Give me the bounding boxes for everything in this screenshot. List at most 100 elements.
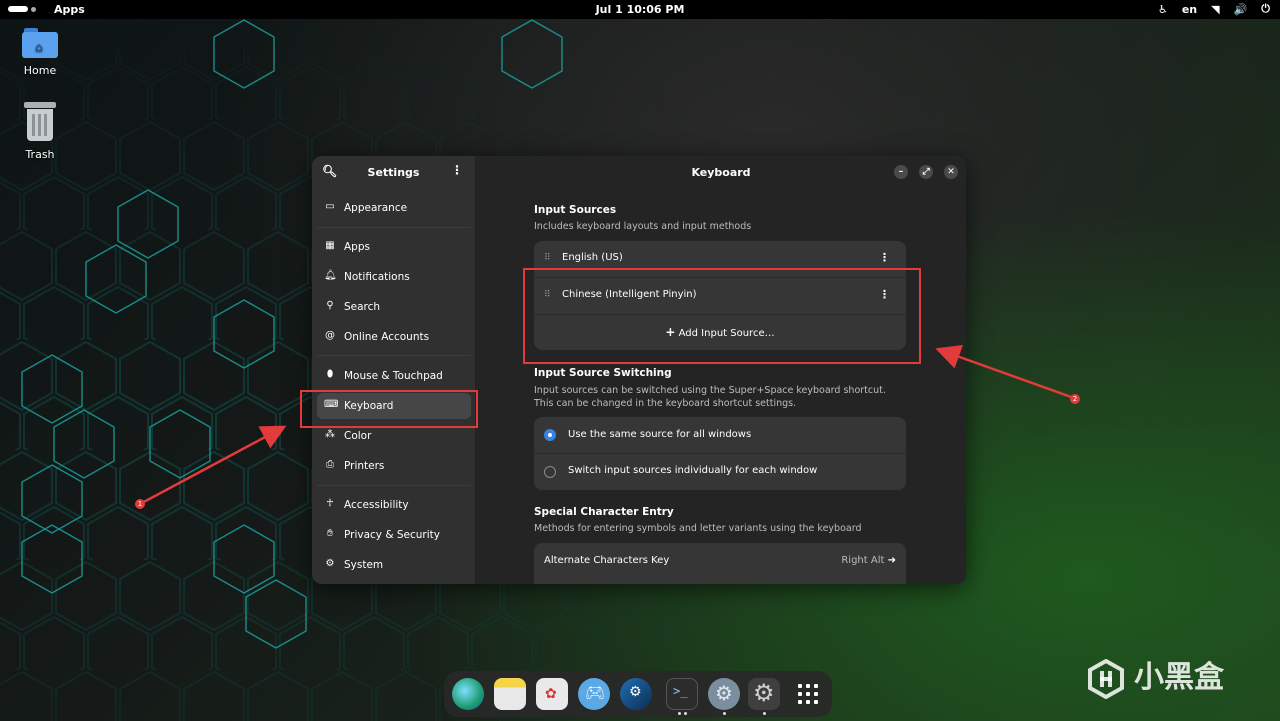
sidebar-item-label: Privacy & Security [344, 529, 440, 541]
radio-option-per-window[interactable]: Switch input sources individually for ea… [534, 454, 906, 490]
radio-unselected[interactable] [544, 466, 556, 478]
arrow-right-icon: ➜ [887, 555, 896, 566]
annotation-marker-2: 2 [1070, 394, 1080, 404]
sidebar-item-label: System [344, 559, 384, 571]
dock: ✿ 🎮︎ ⚙ >_ ⚙ ⚙ [444, 671, 832, 717]
page-title: Keyboard [691, 166, 751, 179]
sidebar-item-appearance[interactable]: ▭ Appearance [317, 195, 471, 221]
sidebar-divider [317, 227, 471, 228]
running-indicator [684, 712, 687, 715]
settings-gear-icon[interactable]: ⚙ [708, 678, 740, 710]
sidebar-item-apps[interactable]: ▦ Apps [317, 234, 471, 260]
sidebar-item-label: Search [344, 301, 381, 313]
hand-icon: ✋︎ [327, 528, 333, 539]
radio-label: Use the same source for all windows [568, 429, 752, 440]
radio-selected[interactable] [544, 429, 556, 441]
sidebar-item-label: Appearance [344, 202, 408, 214]
watermark-text: 小黑盒 [1134, 660, 1224, 695]
row-menu-icon[interactable]: ⋮ [879, 251, 890, 264]
close-button[interactable]: ✕ [944, 165, 958, 179]
power-icon: ⏻ [1261, 2, 1270, 15]
desktop-icon-label: Trash [25, 148, 55, 161]
clock[interactable]: Jul 1 10:06 PM [0, 3, 1280, 16]
mouse-icon: ⬮ [326, 369, 334, 380]
watermark-logo-icon [1088, 658, 1124, 699]
steam-icon[interactable]: ⚙ [620, 678, 652, 710]
input-sources-title: Input Sources [534, 204, 617, 216]
sidebar-item-mouse-touchpad[interactable]: ⬮ Mouse & Touchpad [317, 363, 471, 389]
maximize-button[interactable]: ⤢ [919, 165, 933, 179]
alternate-characters-key-label: Alternate Characters Key [544, 555, 670, 566]
desktop-icon-trash[interactable]: Trash [10, 102, 70, 161]
gear-icon: ⚙ [325, 558, 335, 569]
special-description: Methods for entering symbols and letter … [534, 523, 862, 534]
alternate-characters-key-value: Right Alt [841, 555, 885, 566]
switching-description-2: This can be changed in the keyboard shor… [534, 398, 797, 409]
bell-icon: 🔔︎ [324, 270, 337, 281]
terminal-icon[interactable]: >_ [666, 678, 698, 710]
software-icon[interactable]: ✿ [536, 678, 568, 710]
accessibility-icon[interactable]: ♿ [1158, 3, 1168, 16]
settings-sidebar: 🔍︎ Settings ⋮ ▭ Appearance ▦ Apps 🔔︎ Not… [312, 156, 476, 584]
kebab-menu-icon[interactable]: ⋮ [451, 163, 463, 177]
desktop-icon-home[interactable]: ⌂ Home [10, 28, 70, 77]
sidebar-item-online-accounts[interactable]: @ Online Accounts [317, 324, 471, 350]
sidebar-divider [317, 355, 471, 356]
sidebar-item-system[interactable]: ⚙ System [317, 552, 471, 578]
sidebar-item-label: Notifications [344, 271, 410, 283]
switching-options: Use the same source for all windows Swit… [534, 417, 906, 490]
radio-option-same-source[interactable]: Use the same source for all windows [534, 417, 906, 453]
switching-description: Input sources can be switched using the … [534, 385, 886, 396]
sidebar-item-privacy-security[interactable]: ✋︎ Privacy & Security [317, 522, 471, 548]
wifi-icon: ◥ [1211, 2, 1220, 16]
sidebar-header: 🔍︎ Settings ⋮ [312, 156, 475, 188]
search-icon: ⚲ [326, 300, 334, 311]
accessibility-icon: ☥ [326, 498, 334, 509]
sidebar-item-label: Accessibility [344, 499, 409, 511]
running-indicator [763, 712, 766, 715]
sidebar-divider [317, 485, 471, 486]
switching-title: Input Source Switching [534, 367, 672, 379]
display-icon: ▭ [325, 201, 335, 212]
sidebar-item-accessibility[interactable]: ☥ Accessibility [317, 492, 471, 518]
radio-label: Switch input sources individually for ea… [568, 465, 818, 476]
sidebar-item-printers[interactable]: ⎙ Printers [317, 453, 471, 479]
files-icon[interactable] [494, 678, 526, 710]
language-indicator[interactable]: en [1182, 3, 1197, 16]
running-indicator [678, 712, 681, 715]
sidebar-item-label: Printers [344, 460, 385, 472]
highlight-input-sources [523, 268, 921, 364]
game-controller-icon[interactable]: 🎮︎ [578, 678, 610, 710]
app-grid-icon[interactable] [792, 678, 824, 710]
running-indicator [723, 712, 726, 715]
at-sign-icon: @ [325, 330, 335, 341]
printer-icon: ⎙ [326, 459, 334, 470]
top-bar: Apps Jul 1 10:06 PM ♿ en ◥ 🔊 ⏻ [0, 0, 1280, 19]
sidebar-item-notifications[interactable]: 🔔︎ Notifications [317, 264, 471, 290]
alternate-characters-key-row[interactable]: Alternate Characters Key Right Alt ➜ [534, 543, 906, 579]
settings-window: 🔍︎ Settings ⋮ ▭ Appearance ▦ Apps 🔔︎ Not… [312, 156, 966, 584]
settings-icon[interactable]: ⚙ [748, 678, 780, 710]
color-icon: ⁂ [325, 429, 335, 440]
apps-grid-icon: ▦ [325, 240, 335, 251]
minimize-button[interactable]: – [894, 165, 908, 179]
trash-icon [24, 102, 56, 142]
drag-handle-icon[interactable]: ⠿ [544, 253, 551, 263]
special-title: Special Character Entry [534, 506, 674, 518]
watermark: 小黑盒 [1086, 652, 1224, 699]
home-folder-icon: ⌂ [22, 28, 58, 58]
input-source-label: English (US) [562, 252, 623, 263]
special-options: Alternate Characters Key Right Alt ➜ [534, 543, 906, 584]
system-tray[interactable]: ♿ en ◥ 🔊 ⏻ [1158, 2, 1270, 16]
desktop-icon-label: Home [23, 64, 57, 77]
input-sources-description: Includes keyboard layouts and input meth… [534, 221, 752, 232]
annotation-marker-1: 1 [135, 499, 145, 509]
sidebar-item-search[interactable]: ⚲ Search [317, 294, 471, 320]
highlight-keyboard-item [300, 390, 478, 428]
sidebar-item-label: Mouse & Touchpad [344, 370, 443, 382]
browser-icon[interactable] [452, 678, 484, 710]
volume-icon: 🔊 [1233, 2, 1248, 16]
keyboard-panel: Keyboard – ⤢ ✕ Input Sources Includes ke… [476, 156, 966, 584]
panel-header: Keyboard – ⤢ ✕ [476, 156, 966, 188]
sidebar-item-label: Apps [344, 241, 370, 253]
